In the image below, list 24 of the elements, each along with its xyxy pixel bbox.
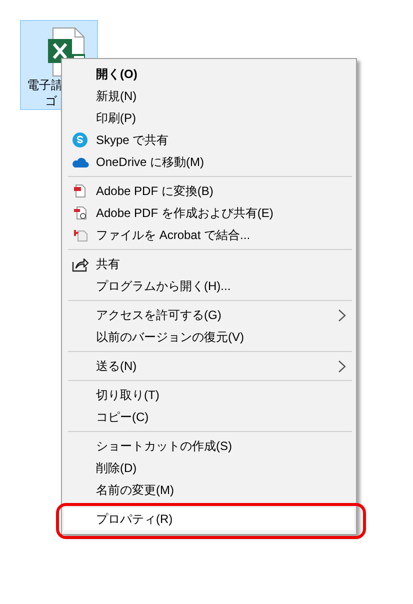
menu-item[interactable]: Skype で共有 xyxy=(64,129,354,151)
menu-item[interactable]: 切り取り(T) xyxy=(64,384,354,406)
documents-icon xyxy=(72,228,88,242)
file-name: ゴ xyxy=(45,93,57,109)
menu-item[interactable]: アクセスを許可する(G) xyxy=(64,304,354,326)
menu-item[interactable]: 以前のバージョンの復元(V) xyxy=(64,326,354,348)
share-icon xyxy=(72,256,88,272)
menu-item[interactable]: コピー(C) xyxy=(64,406,354,428)
skype-icon xyxy=(72,132,88,148)
menu-item[interactable]: Adobe PDF に変換(B) xyxy=(64,180,354,202)
menu-item[interactable]: OneDrive に移動(M) xyxy=(64,151,354,173)
menu-item[interactable]: プロパティ(R) xyxy=(64,508,354,530)
menu-item[interactable]: ファイルを Acrobat で結合... xyxy=(64,224,354,246)
menu-item[interactable]: 送る(N) xyxy=(64,355,354,377)
menu-item[interactable]: ショートカットの作成(S) xyxy=(64,435,354,457)
menu-item[interactable]: プログラムから開く(H)... xyxy=(64,275,354,297)
menu-item[interactable]: 名前の変更(M) xyxy=(64,479,354,501)
menu-item[interactable]: 印刷(P) xyxy=(64,107,354,129)
cloud-icon xyxy=(71,156,89,168)
menu-item[interactable]: Adobe PDF を作成および共有(E) xyxy=(64,202,354,224)
document-icon xyxy=(72,206,88,220)
menu-item[interactable]: 削除(D) xyxy=(64,457,354,479)
document-icon xyxy=(73,184,87,198)
menu-item[interactable]: 共有 xyxy=(64,253,354,275)
